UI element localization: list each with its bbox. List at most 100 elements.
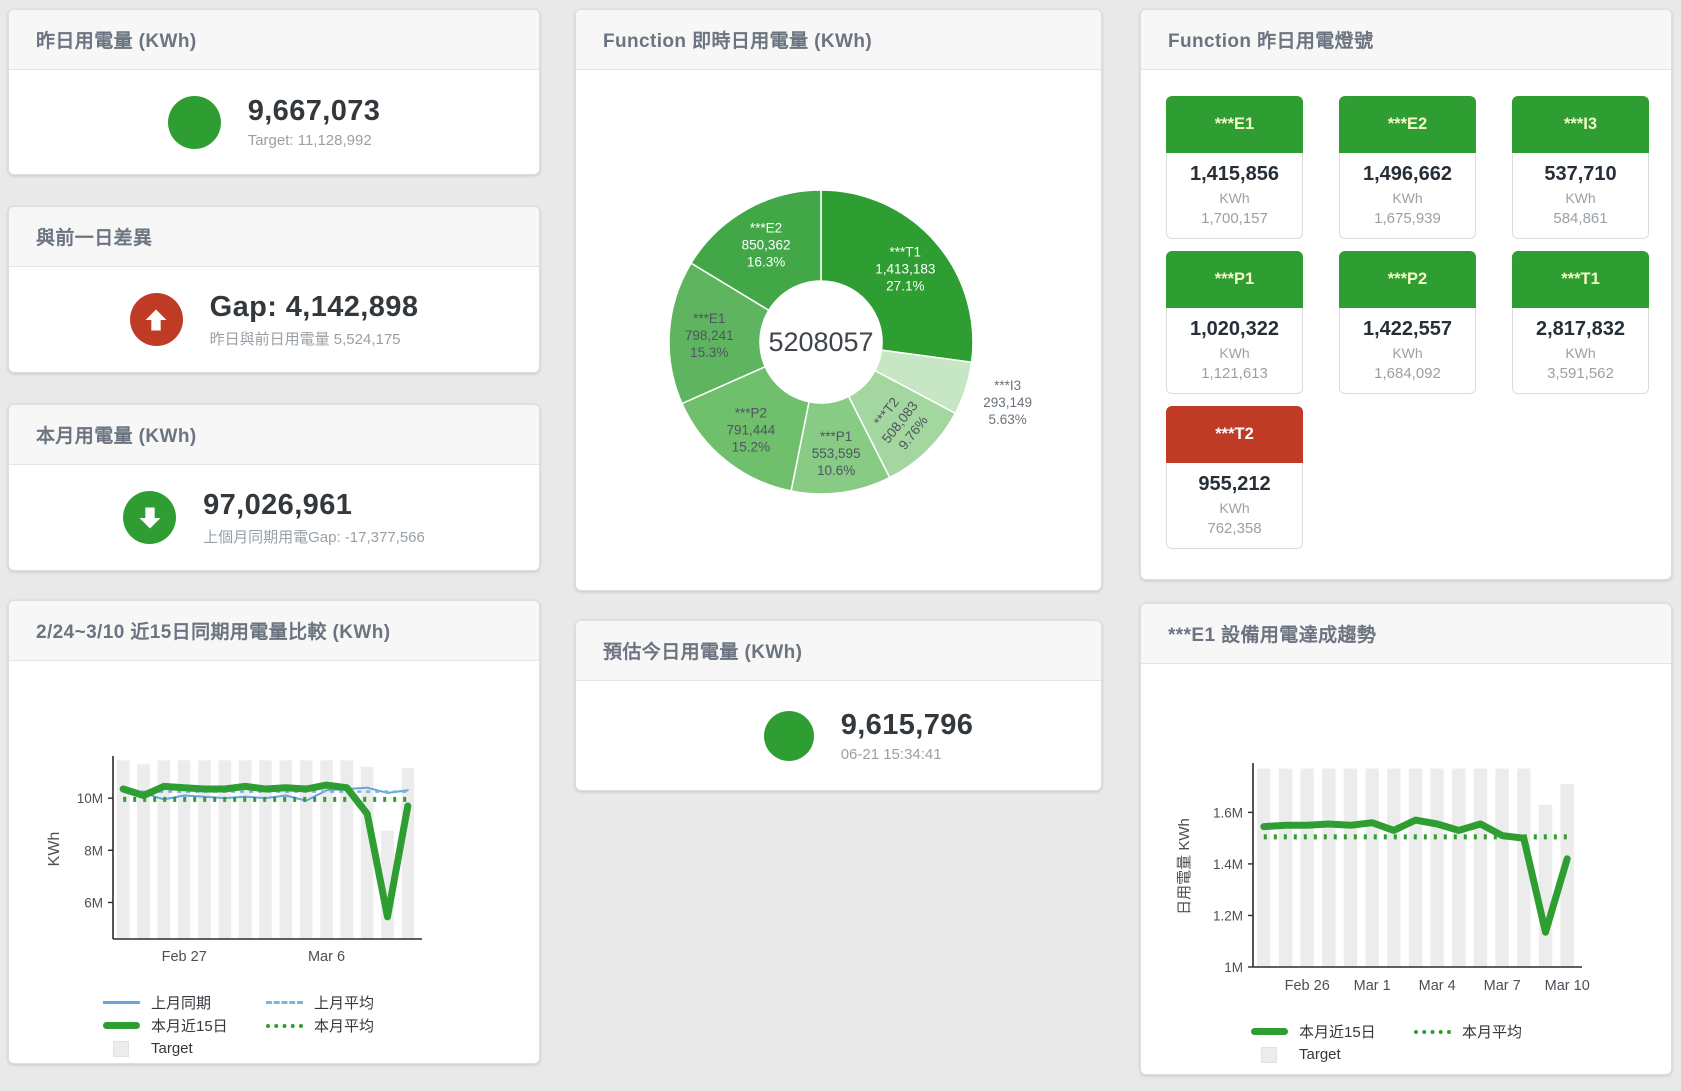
legend-label: 上月平均 [314,992,374,1013]
legend-item[interactable]: 上月同期 [103,991,266,1014]
tile-value: 1,020,322 [1167,318,1302,341]
tile-value: 1,422,557 [1340,318,1475,341]
stat-subtitle: Target: 11,128,992 [248,132,381,149]
y-tick-label: 1.6M [1213,805,1243,820]
legend-item[interactable]: Target [103,1037,266,1060]
card-header: 2/24~3/10 近15日同期用電量比較 (KWh) [9,601,539,661]
card-header: 本月用電量 (KWh) [9,405,539,465]
tile-body: 1,415,856 KWh 1,700,157 [1166,153,1303,239]
tile-target: 1,684,092 [1340,365,1475,382]
x-tick-label: Feb 26 [1285,978,1330,994]
card-title: 預估今日用電量 (KWh) [603,637,802,664]
legend-thick-swatch [1251,1028,1288,1035]
legend-dotted-swatch [266,1024,303,1028]
legend-thick-swatch [103,1022,140,1029]
tile-value: 2,817,832 [1513,318,1648,341]
tile-unit: KWh [1167,500,1302,516]
target-bar [1257,769,1270,967]
y-tick-label: 1.4M [1213,857,1243,872]
card-header: 昨日用電量 (KWh) [9,10,539,70]
card-header: Function 昨日用電燈號 [1141,10,1671,70]
tile-header: ***P1 [1166,251,1303,308]
stat-subtitle: 昨日與前日用電量 5,524,175 [210,328,419,349]
stat-body: Gap: 4,142,898 昨日與前日用電量 5,524,175 [9,267,539,372]
card-month-usage: 本月用電量 (KWh) 97,026,961 上個月同期用電Gap: -17,3… [8,404,540,571]
stat-body: 9,615,796 06-21 15:34:41 [636,681,1101,790]
donut-center-total: 5208057 [768,327,873,357]
card-title: Function 昨日用電燈號 [1168,26,1373,53]
tile-header: ***E1 [1166,96,1303,153]
trend-chart-legend: 本月近15日本月平均Target [1251,1020,1581,1066]
status-tile-P2: ***P21,422,557KWh1,684,092 [1339,251,1476,394]
card-realtime-donut: Function 即時日用電量 (KWh) ***T11,413,18327.1… [575,9,1102,591]
x-tick-label: Mar 10 [1545,978,1590,994]
donut-chart: ***T11,413,18327.1%***I3293,1495.63%***T… [576,70,1103,590]
status-tile-P1: ***P11,020,322KWh1,121,613 [1166,251,1303,394]
legend-label: 本月近15日 [151,1015,228,1036]
card-title: 2/24~3/10 近15日同期用電量比較 (KWh) [36,617,390,644]
legend-item[interactable]: 本月平均 [266,1014,429,1037]
x-tick-label: Mar 7 [1484,978,1521,994]
trend-line-chart: 1M1.2M1.4M1.6MFeb 26Mar 1Mar 4Mar 7Mar 1… [1157,760,1647,1016]
donut-segment-label: ***I3293,1495.63% [983,378,1032,427]
tile-target: 762,358 [1167,520,1302,537]
target-bar [1409,769,1422,967]
tile-target: 1,121,613 [1167,365,1302,382]
x-tick-label: Mar 1 [1354,978,1391,994]
tile-unit: KWh [1513,190,1648,206]
legend-item[interactable]: 本月近15日 [1251,1020,1414,1043]
legend-square-swatch [113,1041,129,1057]
tile-header: ***T2 [1166,406,1303,463]
tile-target: 3,591,562 [1513,365,1648,382]
tile-header: ***T1 [1512,251,1649,308]
tile-unit: KWh [1167,190,1302,206]
target-bar [1279,769,1292,967]
card-title: 昨日用電量 (KWh) [36,26,197,53]
tile-value: 955,212 [1167,473,1302,496]
y-tick-label: 6M [84,895,103,910]
x-tick-label: Feb 27 [162,949,207,965]
target-bar [1300,769,1313,967]
arrow-up-icon [142,306,170,334]
tile-target: 1,700,157 [1167,210,1302,227]
arrow-down-circle-icon [123,491,176,544]
y-axis-label: 日用電量 KWh [1176,818,1193,915]
y-tick-label: 1.2M [1213,908,1243,923]
legend-item[interactable]: 本月近15日 [103,1014,266,1037]
status-tile-E1: ***E1 1,415,856 KWh 1,700,157 [1166,96,1303,239]
dashboard-page: 昨日用電量 (KWh) 9,667,073 Target: 11,128,992… [0,0,1681,1091]
tile-target: 1,675,939 [1340,210,1475,227]
card-title: 與前一日差異 [36,223,152,250]
target-bar [1344,769,1357,967]
y-tick-label: 1M [1224,960,1243,975]
card-header: Function 即時日用電量 (KWh) [576,10,1101,70]
comparison-chart-legend: 上月同期 上月平均本月近15日 本月平均 Target [103,991,433,1060]
status-tile-E2: ***E21,496,662KWh1,675,939 [1339,96,1476,239]
legend-label: Target [151,1040,193,1057]
card-header: 與前一日差異 [9,207,539,267]
tile-body: 537,710KWh584,861 [1512,153,1649,239]
status-tile-I3: ***I3537,710KWh584,861 [1512,96,1649,239]
legend-label: 本月平均 [314,1015,374,1036]
target-bar [1495,769,1508,967]
status-ok-circle-icon [764,711,814,761]
stat-body: 9,667,073 Target: 11,128,992 [9,70,539,174]
target-bar [402,768,415,939]
tile-value: 1,415,856 [1167,163,1302,186]
tile-body: 1,422,557KWh1,684,092 [1339,308,1476,394]
target-bar [1366,769,1379,967]
stat-timestamp: 06-21 15:34:41 [841,746,974,763]
tile-header: ***P2 [1339,251,1476,308]
tile-header: ***E2 [1339,96,1476,153]
legend-item[interactable]: Target [1251,1043,1414,1066]
target-bar [1474,769,1487,967]
card-status-lights: Function 昨日用電燈號 ***E1 1,415,856 KWh 1,700,1… [1140,9,1672,580]
card-title: ***E1 設備用電達成趨勢 [1168,620,1376,647]
legend-item[interactable]: 本月平均 [1414,1020,1577,1043]
card-title: 本月用電量 (KWh) [36,421,197,448]
target-bar [1322,769,1335,967]
tile-body: 955,212 KWh 762,358 [1166,463,1303,549]
stat-value: 97,026,961 [203,489,425,522]
legend-item[interactable]: 上月平均 [266,991,429,1014]
target-bar [1387,769,1400,967]
